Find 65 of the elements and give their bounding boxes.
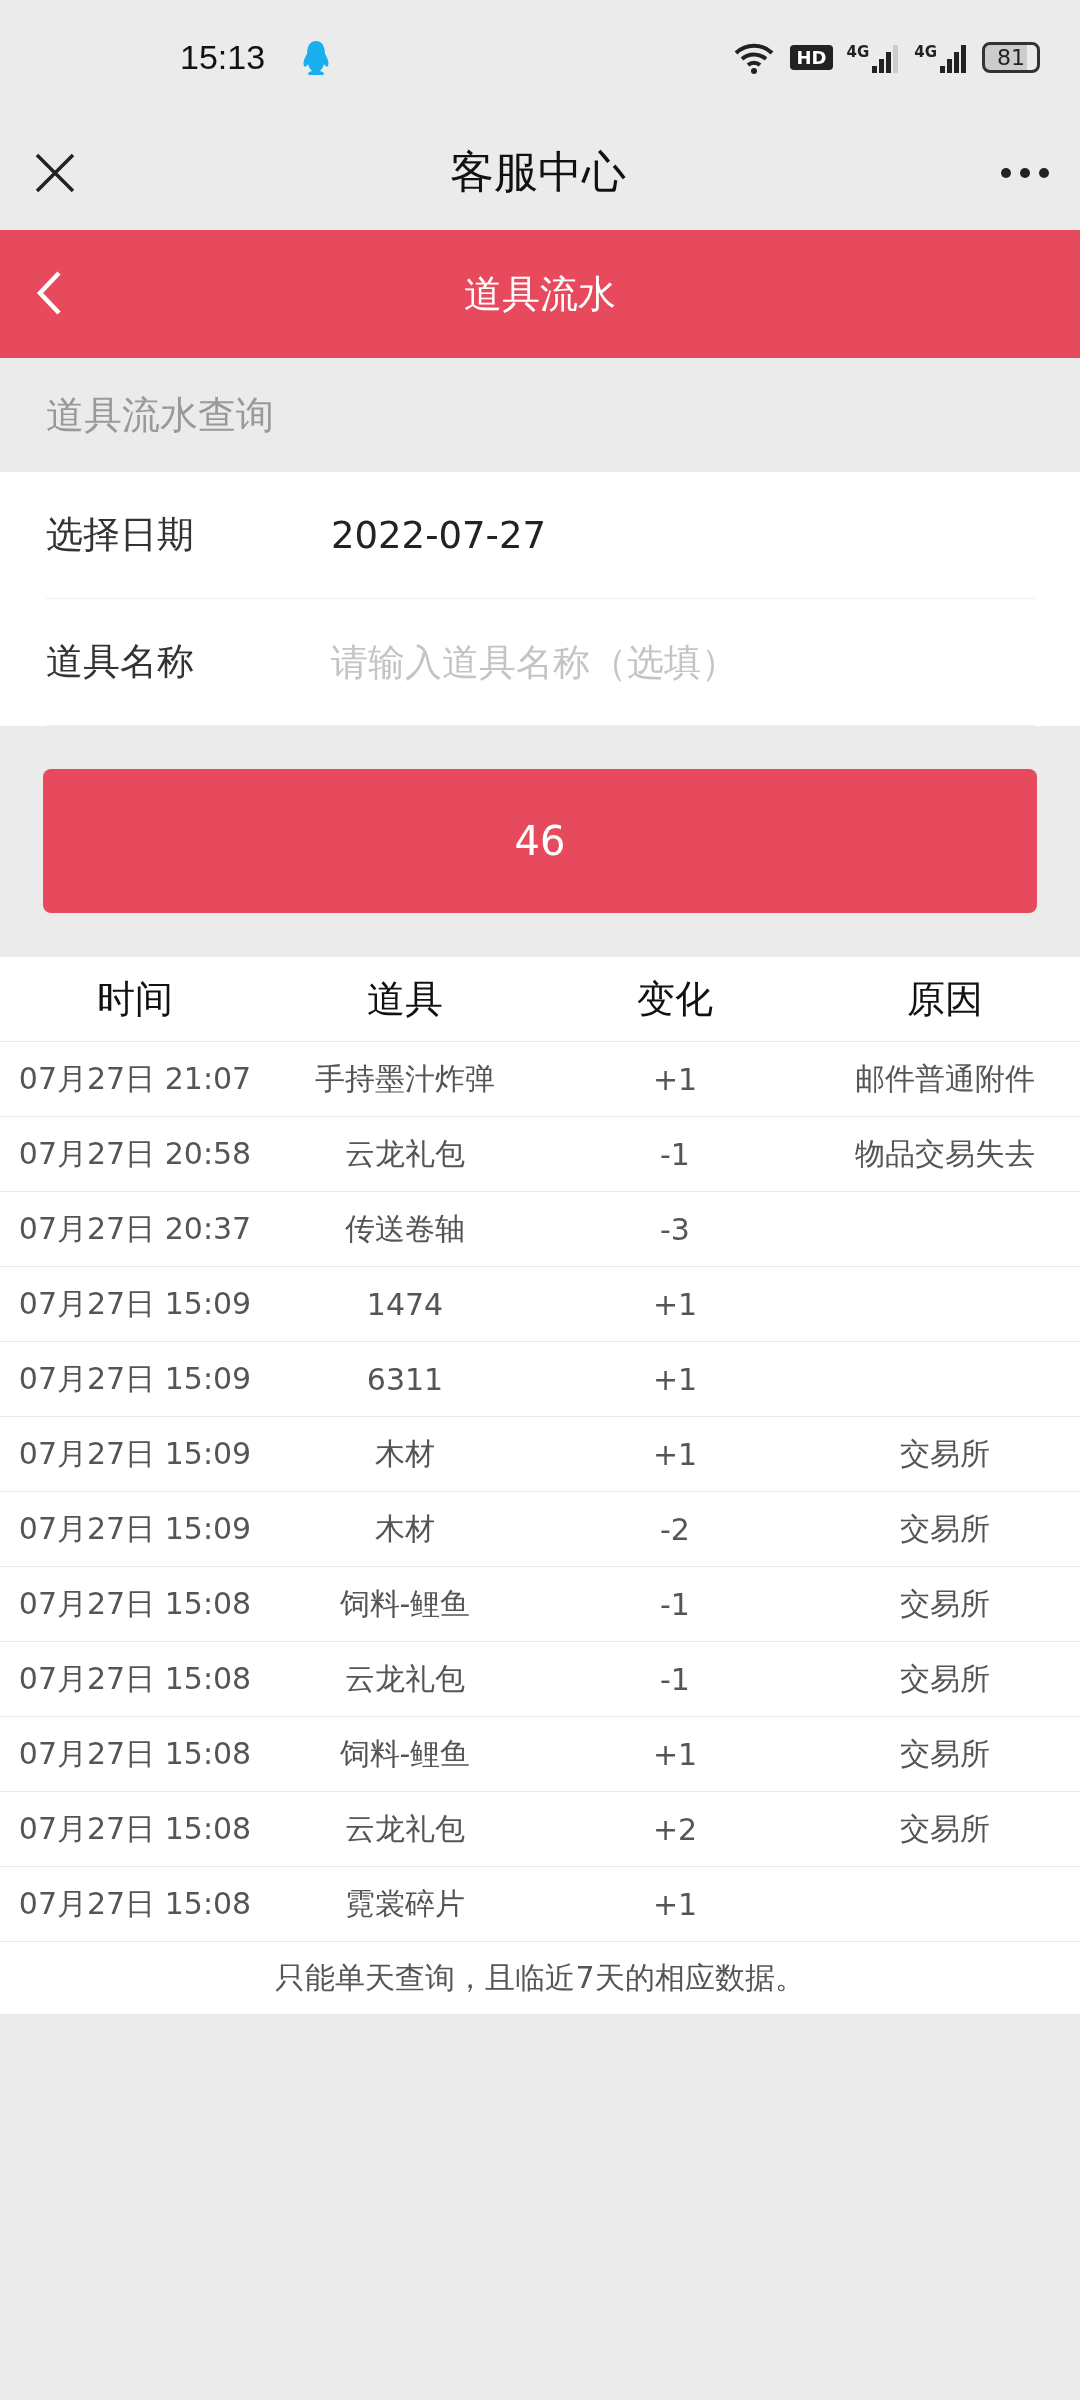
section-title: 道具流水查询 [45, 391, 275, 439]
table-cell: -1 [660, 1136, 690, 1172]
table-cell: +1 [652, 1286, 698, 1322]
status-time: 15:13 [180, 38, 266, 77]
network-label: 4G [914, 42, 937, 61]
table-cell-text: 木材 [375, 1509, 435, 1548]
table-cell: 1474 [366, 1286, 444, 1322]
table-cell-text: 饲料-鲤鱼 [339, 1584, 471, 1623]
table-cell-text: 交易所 [900, 1659, 990, 1698]
table-cell-text: 霓裳碎片 [345, 1884, 465, 1923]
back-button[interactable] [36, 270, 62, 316]
table-cell-text: 07月27日 15:08 [18, 1584, 252, 1623]
table-cell-text: 07月27日 15:09 [18, 1509, 252, 1548]
query-button[interactable]: 46 [43, 769, 1037, 913]
table-cell: -1 [660, 1661, 690, 1697]
table-cell-text: 邮件普通附件 [855, 1059, 1035, 1098]
table-cell-text: 物品交易失去 [855, 1134, 1035, 1173]
table-cell-text: 07月27日 15:08 [18, 1659, 252, 1698]
table-cell-text: 传送卷轴 [345, 1209, 465, 1248]
nav-title: 客服中心 [450, 145, 626, 199]
table-cell: -3 [660, 1211, 690, 1247]
table-cell: +1 [652, 1736, 698, 1772]
table-cell: +1 [652, 1361, 698, 1397]
battery-indicator: 81 [982, 42, 1040, 73]
table-cell-text: 07月27日 20:58 [18, 1134, 252, 1173]
hd-badge: HD [790, 45, 833, 70]
table-cell: +2 [652, 1811, 698, 1847]
table-cell-text: 交易所 [900, 1584, 990, 1623]
column-header: 道具 [367, 975, 443, 1023]
table-cell-text: 交易所 [900, 1509, 990, 1548]
table-cell-text: 07月27日 21:07 [18, 1059, 252, 1098]
table-cell-text: 07月27日 15:08 [18, 1809, 252, 1848]
table-cell-text: 07月27日 20:37 [18, 1209, 252, 1248]
table-cell: +1 [652, 1436, 698, 1472]
close-button[interactable] [34, 151, 76, 194]
field-label: 道具名称 [46, 639, 195, 685]
more-button[interactable] [1000, 166, 1050, 179]
date-value[interactable]: 2022-07-27 [331, 513, 547, 557]
network-label: 4G [846, 42, 870, 61]
table-cell: 6311 [366, 1361, 444, 1397]
table-cell-text: 07月27日 15:09 [18, 1284, 252, 1323]
table-cell-text: 木材 [375, 1434, 435, 1473]
table-cell-text: 云龙礼包 [345, 1134, 465, 1173]
table-cell: -2 [660, 1511, 690, 1547]
note-text: 只能单天查询，且临近7天的相应数据。 [275, 1958, 805, 1997]
table-cell-text: 交易所 [900, 1809, 990, 1848]
input-field[interactable]: 请输入道具名称（选填） [331, 640, 1035, 684]
table-cell-text: 手持墨汁炸弹 [315, 1059, 495, 1098]
table-cell: -1 [660, 1586, 690, 1622]
table-cell-text: 交易所 [900, 1734, 990, 1773]
column-header: 时间 [97, 975, 173, 1023]
table-cell-text: 07月27日 15:09 [18, 1434, 252, 1473]
table-cell-text: 07月27日 15:09 [18, 1359, 252, 1398]
table-cell-text: 07月27日 15:08 [18, 1884, 252, 1923]
table-cell-text: 云龙礼包 [345, 1809, 465, 1848]
table-cell-text: 交易所 [900, 1434, 990, 1473]
field-label: 选择日期 [46, 512, 195, 558]
page-title: 道具流水 [464, 270, 616, 318]
table-cell-text: 07月27日 15:08 [18, 1734, 252, 1773]
table-cell-text: 云龙礼包 [345, 1659, 465, 1698]
table-cell-text: 饲料-鲤鱼 [339, 1734, 471, 1773]
column-header: 原因 [907, 975, 983, 1023]
table-cell: +1 [652, 1061, 698, 1097]
table-cell: +1 [652, 1886, 698, 1922]
column-header: 变化 [637, 975, 713, 1023]
